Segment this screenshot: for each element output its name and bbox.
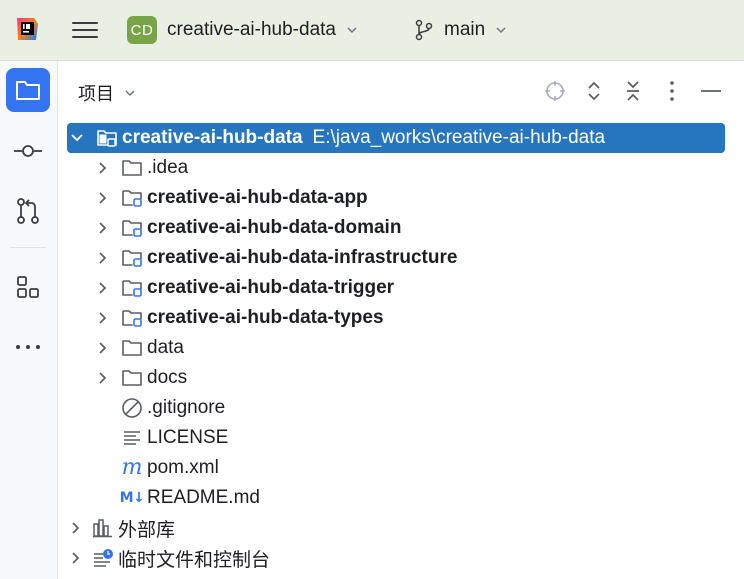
tree-label: creative-ai-hub-data (122, 127, 303, 148)
chevron-right-icon[interactable] (94, 250, 110, 266)
tree-row-folder[interactable]: data (94, 333, 744, 363)
tree-label: creative-ai-hub-data-app (147, 187, 368, 208)
tree-label: LICENSE (147, 427, 229, 448)
tree-row-file[interactable]: m pom.xml (110, 453, 744, 483)
chevron-right-icon[interactable] (94, 190, 110, 206)
project-badge: CD (127, 16, 157, 44)
library-icon (91, 516, 115, 540)
project-name: creative-ai-hub-data (167, 19, 336, 40)
ignore-file-icon (120, 396, 144, 420)
tree-row-file[interactable]: LICENSE (110, 423, 744, 453)
branch-switcher[interactable]: main (414, 14, 507, 46)
options-button[interactable] (660, 79, 684, 103)
tree-label: creative-ai-hub-data-domain (147, 217, 402, 238)
crosshair-icon (545, 81, 565, 101)
commit-tool-button[interactable] (6, 129, 50, 173)
chevron-right-icon[interactable] (94, 370, 110, 386)
branch-name: main (444, 19, 486, 40)
chevron-right-icon[interactable] (94, 160, 110, 176)
tree-path: E:\java_works\creative-ai-hub-data (312, 127, 606, 148)
chevron-right-icon[interactable] (67, 520, 83, 536)
tree-row-folder[interactable]: .idea (94, 153, 744, 183)
strip-divider (10, 247, 46, 248)
chevron-down-icon[interactable] (69, 130, 85, 146)
folder-icon (120, 336, 144, 360)
view-selector[interactable]: 项目 (78, 80, 136, 106)
pull-request-icon (17, 198, 39, 224)
tree-label: .gitignore (147, 397, 226, 418)
panel-title: 项目 (78, 84, 114, 104)
tree-label: creative-ai-hub-data-types (147, 307, 384, 328)
tree-label: pom.xml (147, 457, 219, 478)
module-folder-icon (120, 276, 144, 300)
minimize-icon (701, 90, 721, 92)
project-root-folder-icon (95, 126, 119, 150)
tree-label: creative-ai-hub-data-infrastructure (147, 247, 458, 268)
tree-label: 外部库 (118, 519, 176, 541)
chevron-down-icon (496, 27, 506, 33)
module-folder-icon (120, 216, 144, 240)
project-switcher[interactable]: CD creative-ai-hub-data (127, 14, 358, 46)
title-bar: CD creative-ai-hub-data main (0, 0, 744, 61)
hide-panel-button[interactable] (699, 79, 723, 103)
tree-row-scratches[interactable]: 临时文件和控制台 (67, 543, 735, 573)
folder-icon (120, 366, 144, 390)
scratches-icon (91, 546, 115, 570)
git-branch-icon (415, 19, 433, 41)
tree-label: 临时文件和控制台 (118, 549, 271, 571)
tree-row-module[interactable]: creative-ai-hub-data-trigger (94, 273, 744, 303)
project-panel: 项目 creative-ai-hub-data E:\java_works\cr… (58, 61, 744, 579)
module-folder-icon (120, 186, 144, 210)
tree-row-file[interactable]: M↓ README.md (110, 483, 744, 513)
tree-row-module[interactable]: creative-ai-hub-data-types (94, 303, 744, 333)
maven-file-icon: m (121, 455, 143, 480)
folder-icon (120, 156, 144, 180)
tree-row-module[interactable]: creative-ai-hub-data-domain (94, 213, 744, 243)
tree-label: README.md (147, 487, 260, 508)
folder-icon (16, 81, 40, 100)
tree-label: creative-ai-hub-data-trigger (147, 277, 395, 298)
commit-icon (14, 145, 42, 157)
pull-requests-tool-button[interactable] (6, 189, 50, 233)
chevron-down-icon (125, 90, 135, 96)
expand-all-icon (588, 81, 600, 101)
locate-file-button[interactable] (543, 79, 567, 103)
project-tool-button[interactable] (6, 68, 50, 112)
tree-row-root[interactable]: creative-ai-hub-data E:\java_works\creat… (67, 123, 725, 153)
chevron-right-icon[interactable] (94, 220, 110, 236)
chevron-right-icon[interactable] (94, 310, 110, 326)
intellij-logo-icon[interactable] (14, 16, 40, 42)
tree-row-file[interactable]: .gitignore (110, 393, 744, 423)
markdown-file-icon: M↓ (119, 490, 145, 506)
collapse-all-icon (627, 81, 639, 101)
more-vertical-icon (670, 81, 674, 101)
chevron-right-icon[interactable] (67, 550, 83, 566)
chevron-right-icon[interactable] (94, 280, 110, 296)
more-tools-button[interactable] (6, 325, 50, 369)
structure-tool-button[interactable] (6, 265, 50, 309)
module-folder-icon (120, 246, 144, 270)
structure-icon (17, 276, 39, 298)
chevron-down-icon (347, 27, 357, 33)
tree-row-module[interactable]: creative-ai-hub-data-app (94, 183, 744, 213)
tree-row-external-libraries[interactable]: 外部库 (67, 513, 735, 543)
tool-window-strip (0, 61, 58, 579)
more-horizontal-icon (16, 345, 40, 349)
tree-label: .idea (147, 157, 189, 178)
chevron-right-icon[interactable] (94, 340, 110, 356)
tree-row-module[interactable]: creative-ai-hub-data-infrastructure (94, 243, 744, 273)
expand-all-button[interactable] (582, 79, 606, 103)
tree-row-folder[interactable]: docs (94, 363, 744, 393)
collapse-all-button[interactable] (621, 79, 645, 103)
text-file-icon (120, 426, 144, 450)
tree-label: data (147, 337, 184, 358)
tree-label: docs (147, 367, 188, 388)
panel-header: 项目 (58, 61, 744, 119)
module-folder-icon (120, 306, 144, 330)
main-menu-button[interactable] (70, 17, 100, 43)
